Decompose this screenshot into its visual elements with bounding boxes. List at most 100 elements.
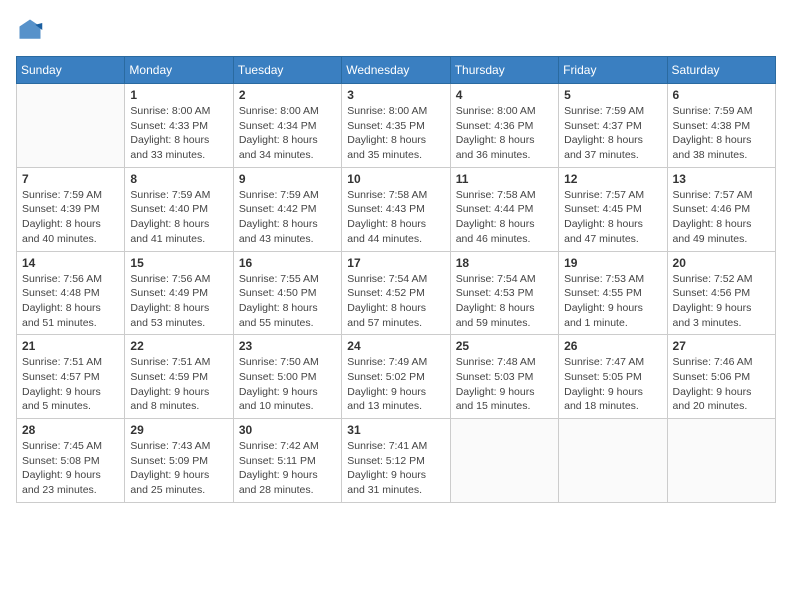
day-info: Sunrise: 7:51 AMSunset: 4:59 PMDaylight:… [130,355,227,414]
day-info: Sunrise: 8:00 AMSunset: 4:34 PMDaylight:… [239,104,336,163]
day-number: 11 [456,172,553,186]
day-info: Sunrise: 7:57 AMSunset: 4:45 PMDaylight:… [564,188,661,247]
calendar-cell: 28 Sunrise: 7:45 AMSunset: 5:08 PMDayligh… [17,419,125,503]
day-number: 21 [22,339,119,353]
calendar-cell: 17Sunrise: 7:54 AMSunset: 4:52 PMDayligh… [342,251,450,335]
calendar-cell: 14 Sunrise: 7:56 AMSunset: 4:48 PMDayligh… [17,251,125,335]
calendar-cell: 8Sunrise: 7:59 AMSunset: 4:40 PMDaylight… [125,167,233,251]
calendar-cell [450,419,558,503]
day-info: Sunrise: 7:59 AMSunset: 4:37 PMDaylight:… [564,104,661,163]
day-of-week-header: Saturday [667,57,775,84]
day-info: Sunrise: 8:00 AMSunset: 4:33 PMDaylight:… [130,104,227,163]
day-info: Sunrise: 7:59 AMSunset: 4:38 PMDaylight:… [673,104,770,163]
day-of-week-header: Thursday [450,57,558,84]
calendar-cell: 19Sunrise: 7:53 AMSunset: 4:55 PMDayligh… [559,251,667,335]
calendar-cell: 16 Sunrise: 7:55 AMSunset: 4:50 PMDayligh… [233,251,341,335]
day-number: 31 [347,423,444,437]
day-number: 7 [22,172,119,186]
day-number: 9 [239,172,336,186]
day-info: Sunrise: 7:58 AMSunset: 4:43 PMDaylight:… [347,188,444,247]
day-number: 22 [130,339,227,353]
calendar-week-row: 28 Sunrise: 7:45 AMSunset: 5:08 PMDayligh… [17,419,776,503]
calendar-cell [667,419,775,503]
day-number: 13 [673,172,770,186]
calendar-cell: 9Sunrise: 7:59 AMSunset: 4:42 PMDaylight… [233,167,341,251]
day-info: Sunrise: 7:59 AMSunset: 4:39 PMDaylight:… [22,188,119,247]
calendar-header-row: SundayMondayTuesdayWednesdayThursdayFrid… [17,57,776,84]
calendar-week-row: 7 Sunrise: 7:59 AMSunset: 4:39 PMDaylight… [17,167,776,251]
calendar-week-row: 1 Sunrise: 8:00 AMSunset: 4:33 PMDaylight… [17,84,776,168]
day-info: Sunrise: 7:52 AMSunset: 4:56 PMDaylight:… [673,272,770,331]
calendar-cell: 31 Sunrise: 7:41 AMSunset: 5:12 PMDayligh… [342,419,450,503]
calendar-cell: 27 Sunrise: 7:46 AMSunset: 5:06 PMDayligh… [667,335,775,419]
day-info: Sunrise: 7:50 AMSunset: 5:00 PMDaylight:… [239,355,336,414]
calendar-cell: 20 Sunrise: 7:52 AMSunset: 4:56 PMDayligh… [667,251,775,335]
day-info: Sunrise: 7:51 AMSunset: 4:57 PMDaylight:… [22,355,119,414]
day-of-week-header: Monday [125,57,233,84]
day-number: 3 [347,88,444,102]
day-info: Sunrise: 7:48 AMSunset: 5:03 PMDaylight:… [456,355,553,414]
day-number: 28 [22,423,119,437]
day-number: 24 [347,339,444,353]
day-number: 10 [347,172,444,186]
day-number: 14 [22,256,119,270]
calendar-cell: 25 Sunrise: 7:48 AMSunset: 5:03 PMDayligh… [450,335,558,419]
day-info: Sunrise: 7:55 AMSunset: 4:50 PMDaylight:… [239,272,336,331]
day-info: Sunrise: 8:00 AMSunset: 4:35 PMDaylight:… [347,104,444,163]
day-info: Sunrise: 7:54 AMSunset: 4:53 PMDaylight:… [456,272,553,331]
day-number: 27 [673,339,770,353]
day-number: 8 [130,172,227,186]
calendar-cell: 15Sunrise: 7:56 AMSunset: 4:49 PMDayligh… [125,251,233,335]
calendar-cell: 26 Sunrise: 7:47 AMSunset: 5:05 PMDayligh… [559,335,667,419]
day-number: 1 [130,88,227,102]
day-number: 12 [564,172,661,186]
logo-icon [16,16,44,44]
page-header [16,16,776,44]
day-number: 30 [239,423,336,437]
day-info: Sunrise: 7:58 AMSunset: 4:44 PMDaylight:… [456,188,553,247]
day-info: Sunrise: 7:49 AMSunset: 5:02 PMDaylight:… [347,355,444,414]
calendar-cell: 21 Sunrise: 7:51 AMSunset: 4:57 PMDayligh… [17,335,125,419]
calendar-cell [17,84,125,168]
calendar-cell: 5 Sunrise: 7:59 AMSunset: 4:37 PMDaylight… [559,84,667,168]
calendar-week-row: 21 Sunrise: 7:51 AMSunset: 4:57 PMDayligh… [17,335,776,419]
day-number: 25 [456,339,553,353]
day-number: 5 [564,88,661,102]
day-info: Sunrise: 7:41 AMSunset: 5:12 PMDaylight:… [347,439,444,498]
calendar-cell: 4Sunrise: 8:00 AMSunset: 4:36 PMDaylight… [450,84,558,168]
day-of-week-header: Tuesday [233,57,341,84]
day-number: 20 [673,256,770,270]
day-number: 4 [456,88,553,102]
day-number: 29 [130,423,227,437]
calendar-cell: 10 Sunrise: 7:58 AMSunset: 4:43 PMDayligh… [342,167,450,251]
day-number: 16 [239,256,336,270]
day-info: Sunrise: 7:42 AMSunset: 5:11 PMDaylight:… [239,439,336,498]
day-number: 2 [239,88,336,102]
day-info: Sunrise: 7:47 AMSunset: 5:05 PMDaylight:… [564,355,661,414]
day-info: Sunrise: 7:46 AMSunset: 5:06 PMDaylight:… [673,355,770,414]
day-of-week-header: Sunday [17,57,125,84]
calendar-cell: 6 Sunrise: 7:59 AMSunset: 4:38 PMDaylight… [667,84,775,168]
day-info: Sunrise: 7:57 AMSunset: 4:46 PMDaylight:… [673,188,770,247]
calendar-cell: 18Sunrise: 7:54 AMSunset: 4:53 PMDayligh… [450,251,558,335]
day-of-week-header: Friday [559,57,667,84]
calendar-week-row: 14 Sunrise: 7:56 AMSunset: 4:48 PMDayligh… [17,251,776,335]
day-number: 23 [239,339,336,353]
calendar-cell: 1 Sunrise: 8:00 AMSunset: 4:33 PMDaylight… [125,84,233,168]
calendar-cell: 7 Sunrise: 7:59 AMSunset: 4:39 PMDaylight… [17,167,125,251]
day-number: 6 [673,88,770,102]
day-number: 19 [564,256,661,270]
day-number: 26 [564,339,661,353]
calendar-cell: 30 Sunrise: 7:42 AMSunset: 5:11 PMDayligh… [233,419,341,503]
day-info: Sunrise: 7:56 AMSunset: 4:48 PMDaylight:… [22,272,119,331]
calendar-cell: 29 Sunrise: 7:43 AMSunset: 5:09 PMDayligh… [125,419,233,503]
day-info: Sunrise: 7:45 AMSunset: 5:08 PMDaylight:… [22,439,119,498]
day-info: Sunrise: 7:43 AMSunset: 5:09 PMDaylight:… [130,439,227,498]
day-info: Sunrise: 7:54 AMSunset: 4:52 PMDaylight:… [347,272,444,331]
calendar-cell: 22 Sunrise: 7:51 AMSunset: 4:59 PMDayligh… [125,335,233,419]
calendar-cell: 24 Sunrise: 7:49 AMSunset: 5:02 PMDayligh… [342,335,450,419]
calendar-cell: 13 Sunrise: 7:57 AMSunset: 4:46 PMDayligh… [667,167,775,251]
calendar-cell: 11 Sunrise: 7:58 AMSunset: 4:44 PMDayligh… [450,167,558,251]
calendar-cell [559,419,667,503]
calendar-cell: 23 Sunrise: 7:50 AMSunset: 5:00 PMDayligh… [233,335,341,419]
